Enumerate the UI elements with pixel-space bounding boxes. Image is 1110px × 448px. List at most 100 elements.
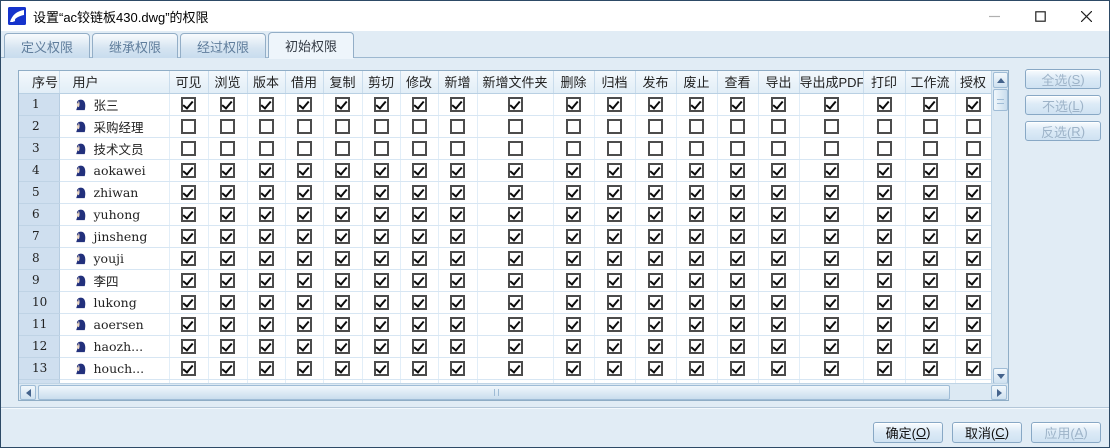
permission-checkbox[interactable] [824,339,839,354]
permission-checkbox[interactable] [648,163,663,178]
invert-selection-button[interactable]: 反选(R) [1025,121,1101,141]
permission-checkbox[interactable] [412,119,427,134]
permission-checkbox[interactable] [824,207,839,222]
permission-checkbox[interactable] [566,273,581,288]
permission-checkbox[interactable] [730,97,745,112]
permission-checkbox[interactable] [335,207,350,222]
permission-checkbox[interactable] [259,273,274,288]
permission-checkbox[interactable] [824,251,839,266]
permission-checkbox[interactable] [730,185,745,200]
permission-checkbox[interactable] [220,229,235,244]
permission-checkbox[interactable] [877,163,892,178]
permission-checkbox[interactable] [220,317,235,332]
permission-checkbox[interactable] [412,185,427,200]
permission-checkbox[interactable] [297,163,312,178]
permission-checkbox[interactable] [181,163,196,178]
permission-checkbox[interactable] [771,295,786,310]
permission-checkbox[interactable] [220,119,235,134]
permission-checkbox[interactable] [450,273,465,288]
permission-checkbox[interactable] [259,317,274,332]
permission-checkbox[interactable] [923,229,938,244]
vertical-scrollbar[interactable] [991,71,1008,385]
permission-checkbox[interactable] [877,361,892,376]
permission-checkbox[interactable] [450,97,465,112]
maximize-button[interactable] [1017,1,1063,31]
permission-checkbox[interactable] [607,119,622,134]
permission-checkbox[interactable] [297,339,312,354]
permission-checkbox[interactable] [877,207,892,222]
permission-checkbox[interactable] [730,361,745,376]
permission-checkbox[interactable] [450,141,465,156]
permission-checkbox[interactable] [607,251,622,266]
permission-checkbox[interactable] [374,251,389,266]
permission-checkbox[interactable] [730,163,745,178]
permission-checkbox[interactable] [648,97,663,112]
permission-checkbox[interactable] [966,295,981,310]
permission-checkbox[interactable] [335,163,350,178]
permission-checkbox[interactable] [771,185,786,200]
permission-checkbox[interactable] [771,251,786,266]
permission-checkbox[interactable] [374,207,389,222]
permission-checkbox[interactable] [689,207,704,222]
permission-checkbox[interactable] [607,207,622,222]
permission-checkbox[interactable] [297,185,312,200]
permission-checkbox[interactable] [607,295,622,310]
permission-checkbox[interactable] [771,361,786,376]
permission-checkbox[interactable] [730,119,745,134]
permission-checkbox[interactable] [181,339,196,354]
permission-checkbox[interactable] [335,119,350,134]
permission-checkbox[interactable] [966,251,981,266]
permission-checkbox[interactable] [566,339,581,354]
permission-checkbox[interactable] [220,97,235,112]
permission-checkbox[interactable] [923,361,938,376]
permission-checkbox[interactable] [412,339,427,354]
permission-checkbox[interactable] [607,229,622,244]
permission-checkbox[interactable] [771,97,786,112]
permission-checkbox[interactable] [877,185,892,200]
permission-checkbox[interactable] [259,185,274,200]
permission-checkbox[interactable] [877,119,892,134]
permission-checkbox[interactable] [923,163,938,178]
permission-checkbox[interactable] [297,361,312,376]
permission-checkbox[interactable] [824,185,839,200]
permission-checkbox[interactable] [966,229,981,244]
permission-checkbox[interactable] [607,185,622,200]
permission-checkbox[interactable] [771,229,786,244]
permission-checkbox[interactable] [508,119,523,134]
permission-checkbox[interactable] [508,317,523,332]
permission-checkbox[interactable] [412,361,427,376]
cancel-button[interactable]: 取消(C) [952,422,1022,443]
permission-checkbox[interactable] [412,273,427,288]
permission-checkbox[interactable] [259,251,274,266]
permission-checkbox[interactable] [689,185,704,200]
permission-checkbox[interactable] [923,273,938,288]
permission-checkbox[interactable] [923,185,938,200]
permission-checkbox[interactable] [374,141,389,156]
permission-checkbox[interactable] [923,207,938,222]
permission-checkbox[interactable] [824,273,839,288]
permission-checkbox[interactable] [259,339,274,354]
permission-checkbox[interactable] [648,141,663,156]
permission-checkbox[interactable] [730,141,745,156]
permission-checkbox[interactable] [648,119,663,134]
permission-checkbox[interactable] [259,97,274,112]
permission-checkbox[interactable] [648,207,663,222]
permission-checkbox[interactable] [607,361,622,376]
permission-checkbox[interactable] [689,119,704,134]
permission-checkbox[interactable] [923,251,938,266]
permission-checkbox[interactable] [508,141,523,156]
tab-2[interactable]: 继承权限 [92,33,178,58]
permission-checkbox[interactable] [450,229,465,244]
permission-checkbox[interactable] [259,141,274,156]
permission-checkbox[interactable] [412,295,427,310]
permission-checkbox[interactable] [648,361,663,376]
permission-checkbox[interactable] [771,163,786,178]
scroll-down-button[interactable] [993,368,1008,384]
permission-checkbox[interactable] [966,317,981,332]
permission-checkbox[interactable] [259,119,274,134]
permission-checkbox[interactable] [566,207,581,222]
permission-checkbox[interactable] [297,273,312,288]
permission-checkbox[interactable] [297,207,312,222]
permission-checkbox[interactable] [566,229,581,244]
minimize-button[interactable] [971,1,1017,31]
